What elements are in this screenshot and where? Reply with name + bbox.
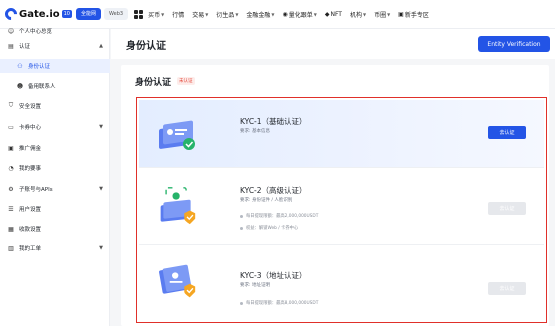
section-title: 身份认证 <box>135 78 172 88</box>
bullet-icon <box>240 226 243 230</box>
bullet-icon <box>240 301 243 305</box>
kyc-level-name: KYC-3（地址认证） <box>240 271 307 280</box>
sidebar-item-tickets[interactable]: ▥ 我的工单 ▼ <box>0 241 110 255</box>
kyc3-verify-button[interactable]: 去认证 <box>488 282 526 295</box>
sidebar-item-user-settings[interactable]: ☰ 用户设置 <box>0 202 110 216</box>
settings-icon: ☰ <box>8 205 14 213</box>
verify-icon: ⚇ <box>17 62 23 70</box>
sidebar-item-label: 身份认证 <box>28 64 51 70</box>
sidebar-item-label: 收款设置 <box>19 227 42 233</box>
sidebar-item-payment-settings[interactable]: ▦ 收款设置 <box>0 222 110 236</box>
kyc-requirement: 要求: 身份证件 / 人脸识别 <box>240 198 293 203</box>
nav-item-beginner[interactable]: ▣ 新手专区 <box>398 10 429 19</box>
sidebar-item-verification[interactable]: ▤ 认证 ▲ <box>0 39 110 53</box>
api-icon: ⚙ <box>8 185 14 193</box>
site-switch-active[interactable]: 全能网 <box>76 8 102 20</box>
main-menu: 买币 ▼ 行情 交易 ▼ 衍生品 ▼ 金融金融 ▼ ◉ 量化跟单 ▼ ◆ NFT 机构 ▼ 币圈… <box>148 10 437 19</box>
sidebar-item-label: 备用联系人 <box>28 84 56 90</box>
page-header: 身份认证 Entity Verification <box>111 29 555 59</box>
quant-icon: ◉ <box>282 10 288 18</box>
sidebar-item-label: 认证 <box>19 44 31 50</box>
gate-logo-icon <box>2 5 20 23</box>
sidebar-item-backup-contact[interactable]: ☻ 备用联系人 <box>0 79 110 93</box>
sidebar-item-notices[interactable]: ◔ 我的要事 <box>0 161 110 175</box>
logo-text: Gate.io <box>19 8 60 20</box>
user-icon: ☺ <box>7 27 15 35</box>
kyc-limit-item: 权益：解锁Web / 卡券中心 <box>240 225 298 231</box>
sidebar-item-coupons[interactable]: ▭ 卡券中心 ▼ <box>0 120 110 134</box>
sidebar-item-label: 我的要事 <box>19 166 42 172</box>
chevron-down-icon: ▼ <box>271 11 275 17</box>
ticket-icon: ▭ <box>8 123 14 131</box>
sidebar-item-identity[interactable]: ⚇ 身份认证 <box>0 59 110 73</box>
nav-item-community[interactable]: 币圈 ▼ <box>374 10 390 19</box>
sidebar-item-label: 子账号与APIs <box>19 187 53 193</box>
sidebar-item-label: 用户设置 <box>19 207 42 213</box>
kyc-level-name: KYC-1（基础认证） <box>240 117 307 126</box>
sidebar-item-label: 卡券中心 <box>19 125 42 131</box>
kyc-level-2: KYC-2（高级认证） 要求: 身份证件 / 人脸识别 每日提现限额：最高2,0… <box>139 168 544 245</box>
sidebar: ☺ 个人中心总览 ▤ 认证 ▲ ⚇ 身份认证 ☻ 备用联系人 ⛉ 安全设置 ▭ … <box>0 28 110 326</box>
nav-item-markets[interactable]: 行情 <box>172 10 184 19</box>
kyc-limit-item: 每日提现限额：最高8,000,000USDT <box>240 300 318 306</box>
sidebar-item-label: 安全设置 <box>19 104 42 110</box>
contact-icon: ☻ <box>16 82 24 90</box>
shield-icon: ⛉ <box>8 102 14 109</box>
sidebar-item-security[interactable]: ⛉ 安全设置 <box>0 99 110 113</box>
sidebar-item-subaccounts-api[interactable]: ⚙ 子账号与APIs ▼ <box>0 182 110 196</box>
wallet-icon: ▦ <box>8 225 14 233</box>
id-card-icon: ▤ <box>8 42 14 50</box>
nav-item-buy[interactable]: 买币 ▼ <box>148 10 164 19</box>
chevron-down-icon: ▼ <box>99 124 103 130</box>
face-id-card-icon <box>160 187 196 225</box>
chevron-down-icon: ▼ <box>161 11 165 17</box>
ticket-list-icon: ▥ <box>8 244 14 252</box>
site-switch-web3[interactable]: Web3 <box>104 8 129 20</box>
commission-icon: ▣ <box>8 144 14 152</box>
sidebar-item-label: 推广佣金 <box>19 146 42 152</box>
bell-icon: ◔ <box>8 164 14 172</box>
kyc-requirement: 要求: 地址证明 <box>240 283 270 288</box>
kyc-level-3: KYC-3（地址认证） 要求: 地址证明 每日提现限额：最高8,000,000U… <box>139 245 544 321</box>
chevron-down-icon: ▼ <box>235 11 239 17</box>
id-card-verified-icon <box>159 120 195 150</box>
chevron-down-icon: ▼ <box>387 11 391 17</box>
status-badge: 未认证 <box>177 77 195 85</box>
page-title: 身份认证 <box>126 41 166 52</box>
nav-item-nft[interactable]: ◆ NFT <box>325 11 342 18</box>
address-card-icon <box>159 264 196 298</box>
sidebar-item-label: 我的工单 <box>19 246 42 252</box>
kyc-level-1: KYC-1（基础认证） 要求: 基本信息 去认证 <box>139 100 544 168</box>
nav-item-copy-trading[interactable]: ◉ 量化跟单 ▼ <box>283 10 317 19</box>
apps-grid-icon[interactable] <box>134 9 144 19</box>
bullet-icon <box>240 214 243 218</box>
chevron-down-icon: ▼ <box>313 11 317 17</box>
sidebar-item-label: 个人中心总览 <box>19 29 53 35</box>
logo-badge: 10 <box>61 10 72 18</box>
nav-item-institutional[interactable]: 机构 ▼ <box>350 10 366 19</box>
chevron-down-icon: ▼ <box>205 11 209 17</box>
chevron-down-icon: ▼ <box>99 245 103 251</box>
sidebar-item-referral[interactable]: ▣ 推广佣金 <box>0 141 110 155</box>
sidebar-item-overview[interactable]: ☺ 个人中心总览 <box>0 24 110 38</box>
gift-icon: ▣ <box>398 10 404 18</box>
chevron-down-icon: ▼ <box>99 186 103 192</box>
chevron-down-icon: ▼ <box>362 11 367 17</box>
nav-item-finance[interactable]: 金融金融 ▼ <box>246 10 274 19</box>
kyc2-verify-button[interactable]: 去认证 <box>488 202 526 215</box>
entity-verification-button[interactable]: Entity Verification <box>478 36 550 52</box>
nft-icon: ◆ <box>324 10 330 18</box>
kyc-level-name: KYC-2（高级认证） <box>240 186 307 195</box>
nav-item-trade[interactable]: 交易 ▼ <box>192 10 208 19</box>
kyc-limit-item: 每日提现限额：最高2,000,000USDT <box>240 213 318 219</box>
nav-item-derivatives[interactable]: 衍生品 ▼ <box>216 10 238 19</box>
kyc-requirement: 要求: 基本信息 <box>240 129 270 134</box>
kyc1-verify-button[interactable]: 去认证 <box>488 126 526 139</box>
logo[interactable]: Gate.io 10 <box>2 5 72 23</box>
chevron-up-icon: ▲ <box>99 43 103 49</box>
